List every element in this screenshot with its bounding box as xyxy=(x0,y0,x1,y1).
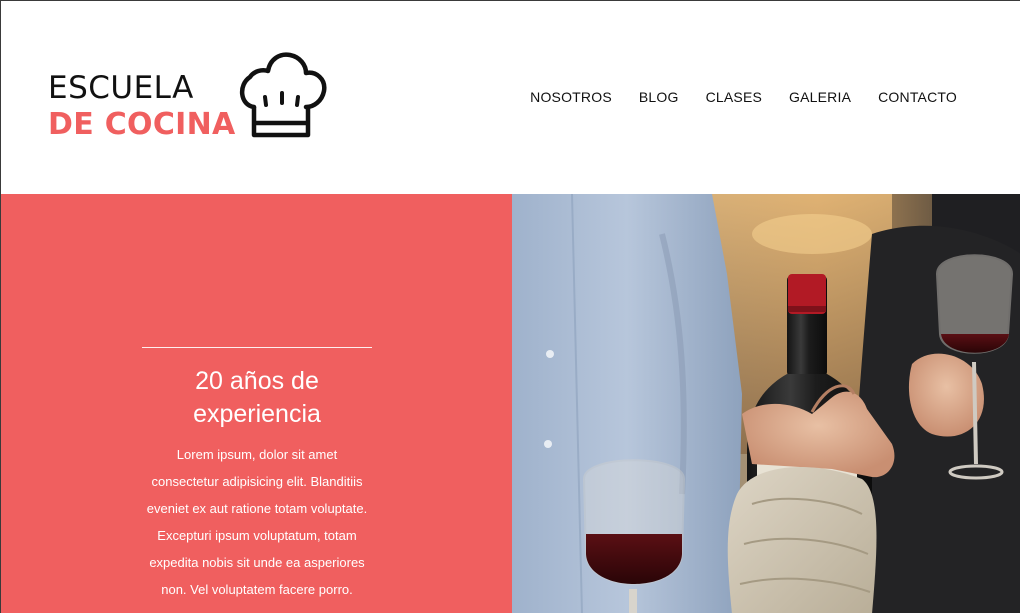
hero-section: 20 años de experiencia Lorem ipsum, dolo… xyxy=(1,194,1020,613)
hero-content: 20 años de experiencia Lorem ipsum, dolo… xyxy=(142,347,372,603)
hero-title: 20 años de experiencia xyxy=(193,367,321,428)
nav-item-clases[interactable]: CLASES xyxy=(706,89,762,105)
hero-paragraph: Lorem ipsum, dolor sit amet consectetur … xyxy=(146,447,368,597)
hero-text-panel: 20 años de experiencia Lorem ipsum, dolo… xyxy=(1,194,512,613)
nav-item-galeria[interactable]: GALERIA xyxy=(789,89,851,105)
page: ESCUELA DE COCINA NOSOTROS BLOG CLASES G… xyxy=(0,0,1020,613)
hero-divider xyxy=(142,347,372,348)
nav-item-blog[interactable]: BLOG xyxy=(639,89,679,105)
nav-item-contacto[interactable]: CONTACTO xyxy=(878,89,957,105)
site-header: ESCUELA DE COCINA NOSOTROS BLOG CLASES G… xyxy=(1,1,1020,194)
hero-wine-photo xyxy=(512,194,1020,613)
nav-item-nosotros[interactable]: NOSOTROS xyxy=(530,89,612,105)
main-nav: NOSOTROS BLOG CLASES GALERIA CONTACTO xyxy=(530,89,957,105)
site-logo-link[interactable]: ESCUELA DE COCINA xyxy=(48,49,333,145)
logo-text-de-cocina: DE COCINA xyxy=(48,107,236,142)
wine-bottle-photo xyxy=(512,194,1020,613)
chef-hat-icon xyxy=(240,52,327,138)
logo-text-escuela: ESCUELA xyxy=(48,70,194,106)
